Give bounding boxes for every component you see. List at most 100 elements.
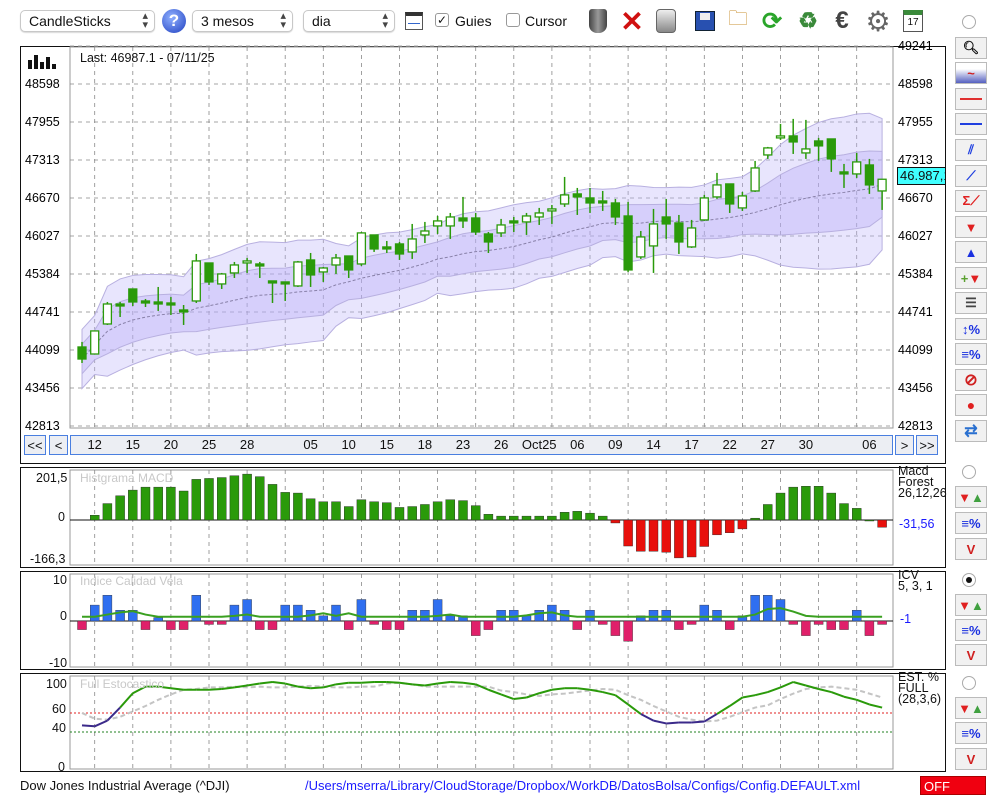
range-percent-button[interactable]: ↕% xyxy=(955,318,987,340)
stoch-legend: EST. % FULL (28,3,6) xyxy=(898,671,941,706)
v-curve-icon: V xyxy=(966,541,976,557)
candle xyxy=(699,194,709,221)
icv-levels-button[interactable]: ≡% xyxy=(955,619,987,641)
candle-body xyxy=(547,208,557,212)
icv-bar xyxy=(216,620,227,625)
macd-signals-button[interactable]: ▼▲ xyxy=(955,486,987,508)
sell-arrow-button[interactable]: ▼ xyxy=(955,216,987,238)
buy-arrow-button[interactable]: ▲ xyxy=(955,241,987,263)
macd-divergence-button[interactable]: V xyxy=(955,538,987,560)
candle-body xyxy=(217,273,227,285)
blue-line-button[interactable] xyxy=(955,113,987,135)
macd-axis-bottom: -166,3 xyxy=(30,552,66,566)
macd-bar xyxy=(305,498,316,521)
record-button[interactable]: ● xyxy=(955,394,987,416)
price-tick-right: 48598 xyxy=(898,77,933,91)
candle-body xyxy=(763,147,773,156)
stoch-main-line-segment xyxy=(450,681,464,684)
nav-last-button[interactable]: >> xyxy=(916,435,938,455)
icv-bar xyxy=(394,620,405,630)
candle-body xyxy=(559,194,570,205)
red-line-button[interactable] xyxy=(955,88,987,110)
macd-bar xyxy=(166,486,176,521)
stoch-main-line-segment xyxy=(119,692,134,709)
candle-body xyxy=(128,288,138,303)
macd-bar xyxy=(293,492,303,521)
macd-bar xyxy=(267,484,278,521)
macd-bar xyxy=(483,514,494,521)
icv-bar xyxy=(229,604,240,622)
trendline-icon: ⟋ xyxy=(966,168,976,183)
level-percent-button[interactable]: ≡% xyxy=(955,343,987,365)
macd-bar xyxy=(496,515,506,521)
nav-next-button[interactable]: > xyxy=(895,435,914,455)
candle-body xyxy=(534,212,544,218)
nav-prev-button[interactable]: < xyxy=(49,435,68,455)
date-tick-label: 18 xyxy=(417,437,433,452)
panel-radio-macd[interactable] xyxy=(962,465,976,479)
candle-body xyxy=(305,259,316,276)
candle-body xyxy=(661,216,671,225)
icv-bar xyxy=(852,610,862,622)
panel-radio-icv[interactable] xyxy=(962,573,976,587)
stoch-main-line-segment xyxy=(208,687,222,691)
icv-bar xyxy=(534,610,544,622)
macd-bar xyxy=(839,503,849,521)
macd-bar xyxy=(407,506,417,521)
plus-arrow-icon: +▼ xyxy=(960,270,982,286)
icv-bar xyxy=(280,604,290,622)
stoch-signals-button[interactable]: ▼▲ xyxy=(955,697,987,719)
stoch-main-line-segment xyxy=(500,693,515,700)
icv-divergence-button[interactable]: V xyxy=(955,644,987,666)
red-green-arrows-icon: ▼▲ xyxy=(958,597,984,613)
status-off-badge[interactable]: OFF xyxy=(920,776,986,795)
panel-radio-stoch[interactable] xyxy=(962,676,976,690)
stoch-main-line-segment xyxy=(259,681,273,685)
stoch-levels-button[interactable]: ≡% xyxy=(955,722,987,744)
macd-bar xyxy=(864,519,875,522)
price-tick-right: 47313 xyxy=(898,153,933,167)
macd-bar xyxy=(318,501,328,521)
lines-button[interactable]: ☰ xyxy=(955,292,987,314)
v-curve-icon: V xyxy=(966,647,976,663)
macd-bar xyxy=(636,519,646,552)
macd-bar xyxy=(331,501,341,521)
macd-axis-zero: 0 xyxy=(58,510,65,524)
macd-bar xyxy=(598,515,608,521)
date-tick-label: 20 xyxy=(163,437,179,452)
macd-bar xyxy=(369,501,379,521)
sigma-trendline-icon: Σ⟋ xyxy=(962,193,980,208)
price-tick-left: 47313 xyxy=(25,153,60,167)
icv-signals-button[interactable]: ▼▲ xyxy=(955,594,987,616)
date-tick-label: 05 xyxy=(303,437,318,452)
sum-trendline-button[interactable]: Σ⟋ xyxy=(955,190,987,212)
icv-bar xyxy=(598,620,608,625)
candle-body xyxy=(166,302,176,306)
zoom-button[interactable]: 🔍︎ xyxy=(955,37,987,59)
nav-first-button[interactable]: << xyxy=(24,435,46,455)
stoch-main-line-segment xyxy=(856,698,870,706)
clear-button[interactable]: ⊘ xyxy=(955,369,987,391)
volume-overlay-button[interactable]: ~ xyxy=(955,62,987,84)
date-tick-label: 06 xyxy=(862,437,877,452)
macd-bar xyxy=(153,486,163,521)
stoch-main-line-segment xyxy=(399,681,413,686)
macd-levels-button[interactable]: ≡% xyxy=(955,512,987,534)
icv-bar xyxy=(369,620,379,625)
macd-bar xyxy=(813,486,824,521)
icv-bar xyxy=(483,620,494,630)
date-tick-label: 14 xyxy=(646,437,661,452)
channel-button[interactable]: ⫽ xyxy=(955,139,987,161)
config-path-link[interactable]: /Users/mserra/Library/CloudStorage/Dropb… xyxy=(305,778,860,793)
add-signal-button[interactable]: +▼ xyxy=(955,267,987,289)
stoch-main-line-segment xyxy=(272,681,286,685)
icv-bar xyxy=(331,604,341,622)
stoch-main-line-segment xyxy=(246,682,260,687)
candle-body xyxy=(877,178,887,192)
candle-body xyxy=(77,346,87,360)
sync-button[interactable]: ⇄ xyxy=(955,420,987,442)
macd-bar xyxy=(344,506,354,521)
stoch-divergence-button[interactable]: V xyxy=(955,748,987,770)
candle-body xyxy=(610,202,621,218)
trendline-button[interactable]: ⟋ xyxy=(955,165,987,187)
